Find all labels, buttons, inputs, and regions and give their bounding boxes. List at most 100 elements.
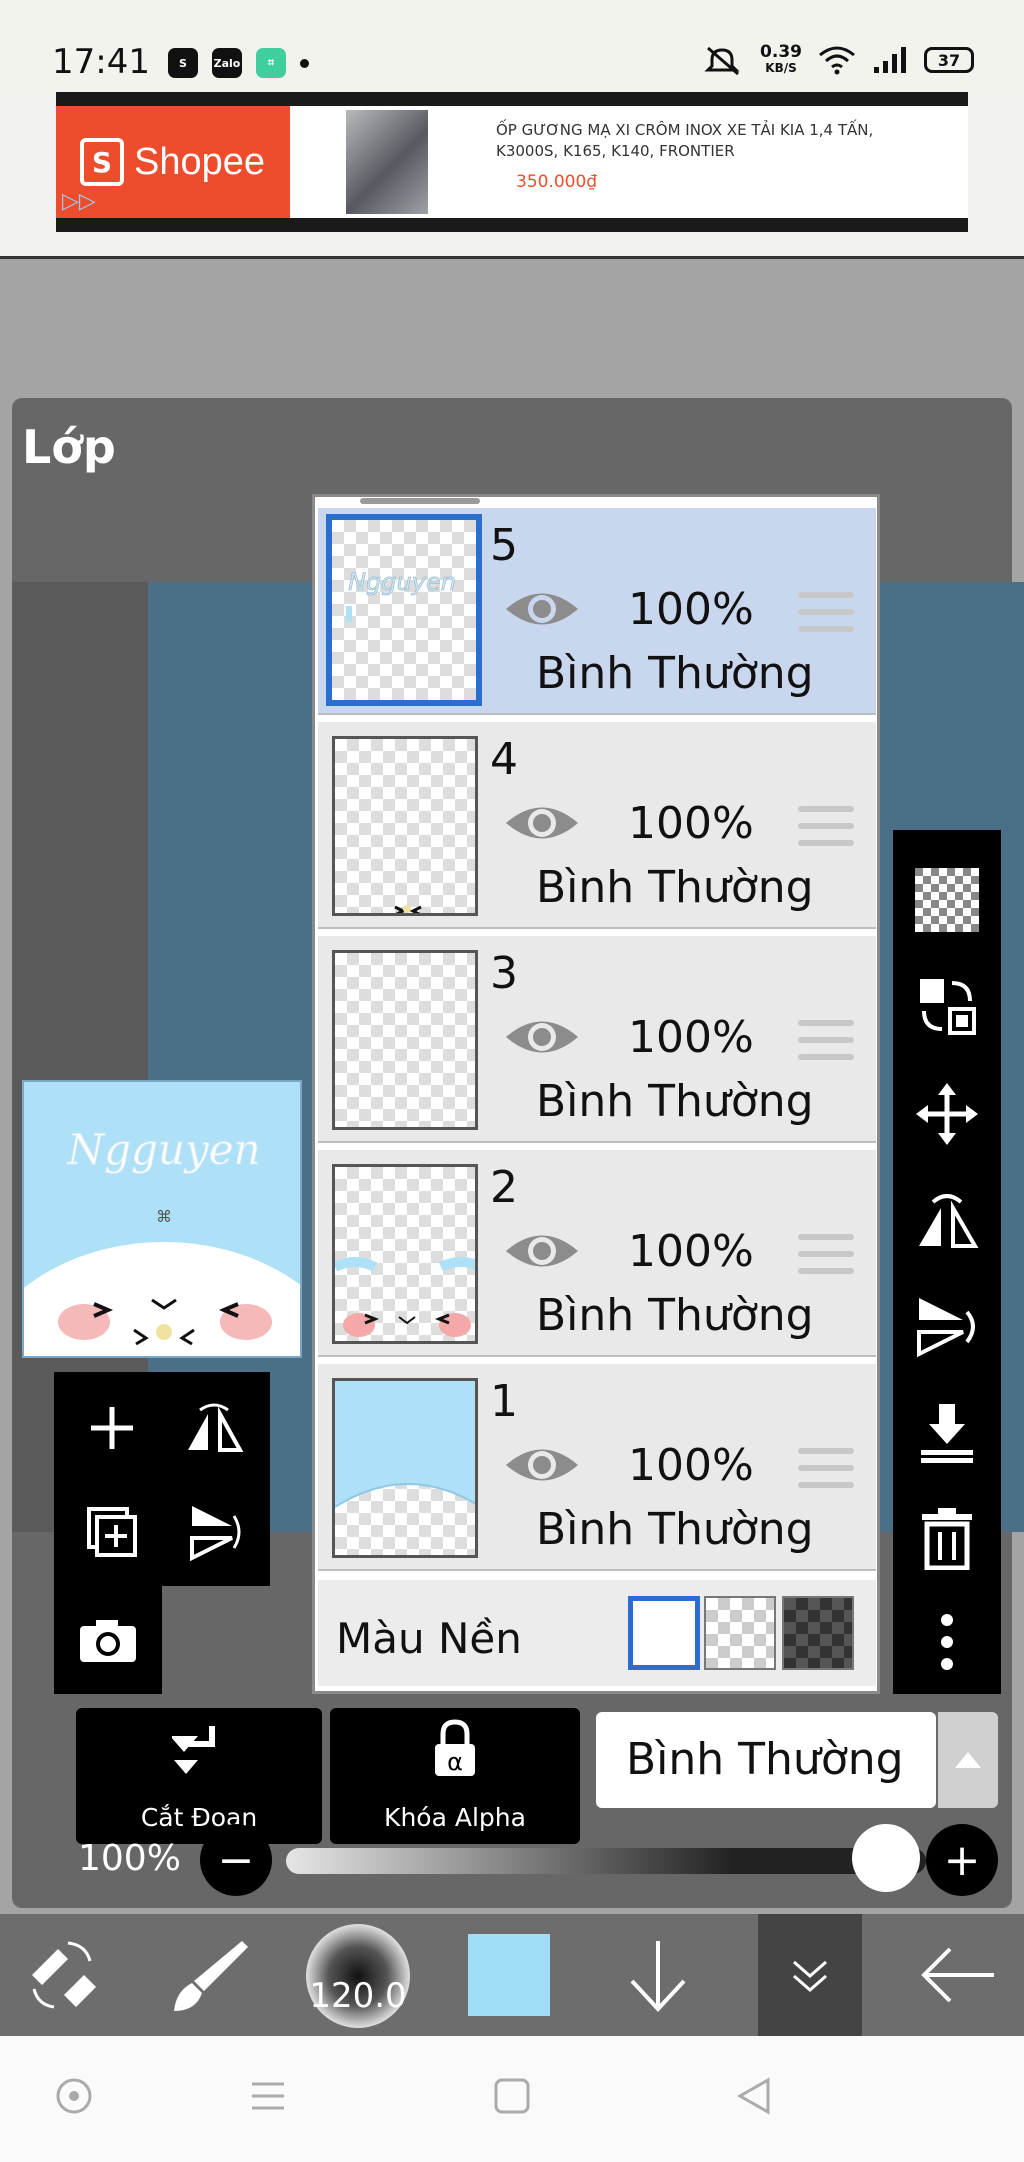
ad-choices-icon[interactable]: ▷▷	[62, 189, 96, 214]
layer-blend-mode: Bình Thường	[536, 648, 814, 699]
brush-icon[interactable]	[160, 1914, 260, 2036]
trash-icon[interactable]	[893, 1488, 1001, 1588]
zalo-notification-icon: Zalo	[212, 48, 242, 78]
triangle-up-icon	[955, 1752, 981, 1768]
shopee-notification-icon: S	[168, 48, 198, 78]
ad-product-title: ỐP GƯƠNG MẠ XI CRÔM INOX XE TẢI KIA 1,4 …	[496, 121, 874, 160]
layer-blend-mode: Bình Thường	[536, 1290, 814, 1341]
alpha-lock-label: Khóa Alpha	[384, 1803, 526, 1832]
shopee-bag-icon: S	[80, 138, 124, 186]
layer-row-2[interactable]: 2 100% Bình Thường	[318, 1150, 876, 1357]
notification-icons: S Zalo ⌗	[168, 48, 309, 78]
arrow-down-icon[interactable]	[616, 1914, 700, 2036]
system-nav-bar	[0, 2036, 1024, 2162]
right-tools-panel	[893, 830, 1001, 1694]
layer-opacity: 100%	[628, 1012, 754, 1063]
merge-down-icon[interactable]	[893, 1382, 1001, 1482]
layer-row-4[interactable]: 4 100% Bình Thường	[318, 722, 876, 929]
layer-opacity: 100%	[628, 584, 754, 635]
svg-text:⌘: ⌘	[156, 1207, 172, 1226]
clipping-button[interactable]: Cắt Đoạn	[76, 1708, 322, 1844]
layers-toggle-button[interactable]	[758, 1914, 862, 2036]
layer-opacity: 100%	[628, 798, 754, 849]
visibility-eye-icon[interactable]	[502, 798, 582, 848]
shopee-logo: S Shopee ▷▷	[56, 106, 290, 218]
layer-thumbnail	[332, 736, 478, 916]
double-chevron-down-icon	[793, 1960, 827, 1992]
background-transparent-option[interactable]	[704, 1596, 776, 1670]
flip-vertical-icon[interactable]	[164, 1482, 264, 1582]
recent-apps-icon[interactable]	[248, 2076, 288, 2120]
visibility-eye-icon[interactable]	[502, 1226, 582, 1276]
blend-mode-select[interactable]: Bình Thường	[596, 1712, 936, 1808]
network-speed-unit: KB/S	[765, 61, 797, 75]
opacity-label: 100%	[78, 1838, 181, 1879]
back-arrow-icon[interactable]	[908, 1914, 1008, 2036]
background-dark-option[interactable]	[782, 1596, 854, 1670]
layer-row-3[interactable]: 3 100% Bình Thường	[318, 936, 876, 1143]
add-copy-icon[interactable]	[62, 1482, 162, 1582]
layer-thumbnail	[332, 1378, 478, 1558]
layer-row-1[interactable]: 1 100% Bình Thường	[318, 1364, 876, 1571]
background-white-option[interactable]	[628, 1596, 700, 1670]
visibility-eye-icon[interactable]	[502, 1012, 582, 1062]
flip-horizontal-rotate-icon[interactable]	[893, 1170, 1001, 1270]
current-color-swatch[interactable]	[468, 1934, 550, 2016]
drag-handle-icon[interactable]	[798, 592, 854, 643]
layer-number: 1	[490, 1376, 518, 1427]
shopee-brand: Shopee	[134, 140, 266, 183]
background-color-label: Màu Nền	[336, 1614, 522, 1663]
layer-opacity: 100%	[628, 1226, 754, 1277]
blend-mode-dropdown-arrow[interactable]	[938, 1712, 998, 1808]
clipping-arrow-icon	[172, 1726, 215, 1774]
opacity-decrease-button[interactable]: −	[200, 1824, 272, 1896]
layer-number: 4	[490, 734, 518, 785]
svg-text:Ngguyen: Ngguyen	[348, 568, 456, 596]
opacity-slider[interactable]	[286, 1848, 926, 1874]
preview-artwork: Ngguyen ⌘	[24, 1125, 300, 1356]
status-time: 17:41	[52, 42, 150, 82]
transparency-icon[interactable]	[893, 850, 1001, 950]
layer-row-5[interactable]: Ngguyen 5 100% Bình Thường	[318, 508, 876, 715]
ad-product-image	[346, 110, 428, 214]
home-icon[interactable]	[492, 2076, 532, 2120]
ad-banner[interactable]: S Shopee ▷▷ ỐP GƯƠNG MẠ XI CRÔM INOX XE …	[56, 106, 968, 218]
visibility-eye-icon[interactable]	[502, 584, 582, 634]
alpha-lock-button[interactable]: α Khóa Alpha	[330, 1708, 580, 1844]
layer-thumbnail	[332, 1164, 478, 1344]
assistant-icon[interactable]	[54, 2076, 94, 2120]
layer-opacity: 100%	[628, 1440, 754, 1491]
add-layer-icon[interactable]	[62, 1378, 162, 1478]
camera-icon[interactable]	[58, 1590, 158, 1690]
opacity-slider-handle[interactable]	[852, 1824, 920, 1892]
visibility-eye-icon[interactable]	[502, 1440, 582, 1490]
move-icon[interactable]	[893, 1064, 1001, 1164]
layer-list-scrollbar[interactable]	[360, 498, 480, 504]
canvas-preview[interactable]: Ngguyen ⌘	[22, 1080, 302, 1358]
layer-thumbnail: Ngguyen	[326, 514, 482, 706]
layer-blend-mode: Bình Thường	[536, 862, 814, 913]
flip-horizontal-icon[interactable]	[164, 1378, 264, 1478]
camera-tool-panel	[54, 1586, 162, 1694]
layer-thumbnail	[332, 950, 478, 1130]
drag-handle-icon[interactable]	[798, 806, 854, 857]
ad-frame-top	[56, 92, 968, 106]
lock-icon: α	[435, 1719, 475, 1776]
panel-title: Lớp	[22, 420, 116, 474]
drag-handle-icon[interactable]	[798, 1020, 854, 1071]
alpha-symbol: α	[447, 1748, 463, 1776]
drag-handle-icon[interactable]	[798, 1234, 854, 1285]
opacity-increase-button[interactable]: +	[926, 1824, 998, 1896]
flip-vertical-rotate-icon[interactable]	[893, 1276, 1001, 1376]
app-notification-icon: ⌗	[256, 48, 286, 78]
battery-indicator: 37	[924, 47, 974, 73]
drag-handle-icon[interactable]	[798, 1448, 854, 1499]
wifi-icon	[819, 46, 855, 75]
brush-size-value: 120.0	[309, 1976, 407, 2016]
select-transform-icon[interactable]	[893, 956, 1001, 1056]
more-icon[interactable]	[893, 1592, 1001, 1692]
back-icon[interactable]	[734, 2076, 774, 2120]
background-color-row: Màu Nền	[318, 1580, 876, 1686]
layer-number: 3	[490, 948, 518, 999]
eraser-swap-icon[interactable]	[14, 1914, 114, 2036]
